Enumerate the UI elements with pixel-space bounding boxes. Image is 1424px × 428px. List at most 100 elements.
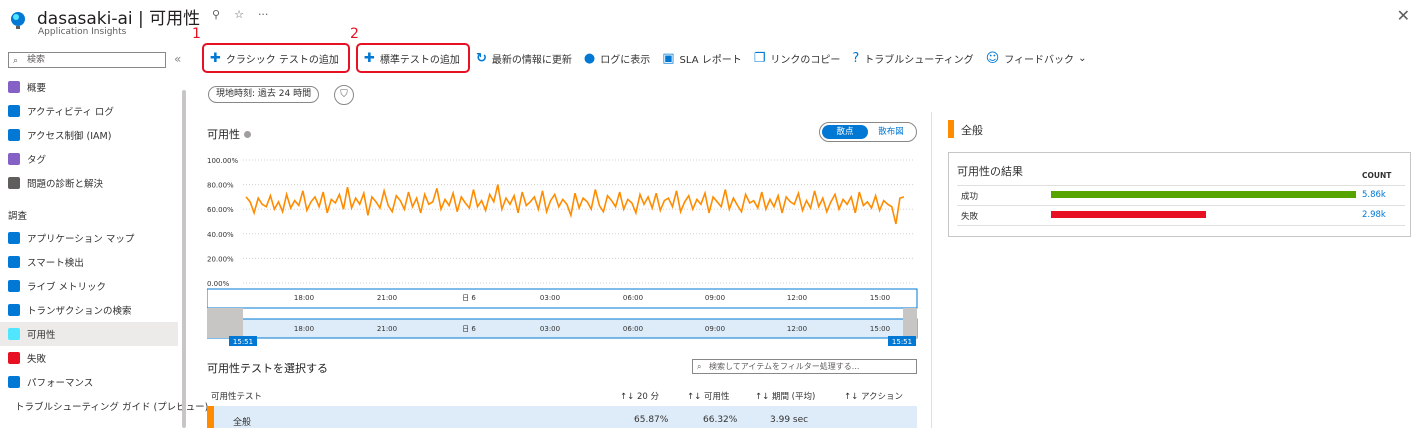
row-availability: 66.32% (703, 415, 738, 425)
sidebar-item-top-1[interactable]: アクティビティ ログ (0, 99, 178, 123)
section-investigate: 調査 (8, 211, 28, 222)
view-logs-button[interactable]: ● ログに表示 (578, 43, 656, 73)
star-icon[interactable]: ☆ (234, 8, 244, 21)
toggle-distribution[interactable]: 散布図 (868, 125, 914, 139)
nav-icon (8, 376, 20, 388)
pin-icon[interactable]: ⚲ (212, 8, 220, 21)
add-filter-icon[interactable]: ⛉ (334, 85, 354, 105)
report-icon: ▣ (662, 50, 675, 66)
series-line (245, 184, 905, 225)
brush-tick-label: 09:00 (705, 325, 725, 333)
toggle-scatter[interactable]: 散点 (822, 125, 868, 139)
troubleshoot-button[interactable]: ? トラブルシューティング (846, 43, 979, 73)
sidebar-item-label: トランザクションの検索 (27, 306, 132, 317)
sidebar-item-label: ライブ メトリック (27, 282, 107, 293)
nav-icon (8, 81, 20, 93)
row-duration: 3.99 sec (770, 415, 809, 425)
chart-title: 可用性 (207, 126, 251, 142)
sidebar-item-inv-0[interactable]: アプリケーション マップ (0, 226, 178, 250)
sidebar-item-label: 概要 (27, 83, 47, 94)
nav-icon (8, 105, 20, 117)
sidebar-item-top-3[interactable]: タグ (0, 147, 178, 171)
success-label: 成功 (961, 192, 979, 202)
nav-icon (8, 280, 20, 292)
sidebar: ⌕ 検索 « 概要アクティビティ ログアクセス制御 (IAM) タグ問題の診断と解… (0, 48, 208, 428)
app-insights-icon (11, 12, 25, 29)
col-header-availability[interactable]: ↑↓ 可用性 (687, 390, 729, 402)
nav-icon (8, 153, 20, 165)
search-icon: ⌕ (13, 56, 19, 66)
x-tick-label: 06:00 (623, 294, 643, 302)
brush-handle-left (207, 308, 243, 338)
copy-link-button[interactable]: ❐ リンクのコピー (748, 43, 847, 73)
sidebar-item-label: 可用性 (27, 330, 56, 341)
count-header: COUNT (1362, 171, 1392, 180)
x-tick-label: 12:00 (787, 294, 807, 302)
brush-tick-label: 12:00 (787, 325, 807, 333)
sidebar-item-inv-3[interactable]: トランザクションの検索 (0, 298, 178, 322)
failed-value[interactable]: 2.98k (1362, 210, 1386, 220)
y-tick-label: 40.00% (207, 231, 234, 239)
brush-tick-label: 15:00 (870, 325, 890, 333)
annotation-2: 2 (350, 26, 359, 42)
brush-handle-right (903, 308, 917, 338)
sidebar-item-inv-4[interactable]: 可用性 (0, 322, 178, 346)
end-time-label: 15:51 (892, 338, 912, 346)
table-row[interactable] (207, 406, 917, 428)
refresh-icon: ↻ (476, 50, 487, 66)
sidebar-item-label: アクティビティ ログ (27, 107, 114, 118)
close-icon[interactable]: ✕ (1397, 6, 1410, 25)
tests-search-input[interactable]: ⌕ 検索してアイテムをフィルター処理する... (692, 359, 917, 374)
sidebar-item-inv-2[interactable]: ライブ メトリック (0, 274, 178, 298)
sidebar-item-inv-7[interactable]: トラブルシューティング ガイド (プレビュー) (0, 394, 208, 418)
nav-icon (8, 177, 20, 189)
toolbar: ✚ クラシック テストの追加 ✚ 標準テストの追加 ↻ 最新の情報に更新 ● ロ… (200, 42, 1092, 74)
plus-icon: ✚ (364, 50, 375, 66)
sidebar-scrollbar[interactable] (182, 90, 186, 428)
time-range-filter[interactable]: 現地時刻: 過去 24 時間 (208, 86, 320, 103)
col-header-test[interactable]: 可用性テスト (211, 390, 262, 402)
results-card: 可用性の結果 COUNT 成功 5.86k 失敗 2.98k (948, 152, 1411, 237)
availability-chart: 100.00% 80.00% 60.00% 40.00% 20.00% 0.00% 18:0… (207, 157, 918, 346)
col-header-last20[interactable]: ↑↓ 20 分 (620, 390, 659, 402)
sla-report-button[interactable]: ▣ SLA レポート (656, 43, 747, 73)
y-tick-label: 100.00% (207, 157, 238, 165)
x-tick-label: 18:00 (294, 294, 314, 302)
col-header-actions[interactable]: ↑↓ アクション (844, 390, 903, 402)
add-classic-test-button[interactable]: ✚ クラシック テストの追加 (202, 43, 350, 73)
nav-icon (8, 352, 20, 364)
search-icon: ⌕ (697, 362, 702, 371)
row-test-name: 全般 (233, 418, 252, 428)
smiley-icon: ☺ (985, 50, 1000, 66)
sidebar-item-top-2[interactable]: アクセス制御 (IAM) (0, 123, 178, 147)
copy-icon: ❐ (753, 50, 766, 66)
sidebar-item-label: 問題の診断と解決 (27, 179, 104, 190)
sidebar-item-label: パフォーマンス (27, 378, 94, 389)
info-icon[interactable] (244, 131, 251, 138)
page-subtitle: Application Insights (38, 27, 127, 37)
logs-icon: ● (583, 50, 596, 66)
col-header-duration[interactable]: ↑↓ 期間 (平均) (755, 390, 815, 402)
y-tick-label: 20.00% (207, 255, 234, 263)
sidebar-item-inv-1[interactable]: スマート検出 (0, 250, 178, 274)
sidebar-search-input[interactable]: ⌕ 検索 (8, 52, 166, 68)
nav-icon (8, 328, 20, 340)
general-title: 全般 (961, 124, 983, 137)
sidebar-item-inv-6[interactable]: パフォーマンス (0, 370, 178, 394)
brush-tick-label: 18:00 (294, 325, 314, 333)
x-tick-label: 03:00 (540, 294, 560, 302)
feedback-button[interactable]: ☺ フィードバック ⌄ (980, 43, 1093, 73)
more-icon[interactable]: ··· (258, 8, 269, 21)
failed-bar (1051, 211, 1207, 218)
success-value[interactable]: 5.86k (1362, 190, 1386, 200)
chart-view-toggle[interactable]: 散点 散布図 (819, 122, 917, 142)
sidebar-item-inv-5[interactable]: 失敗 (0, 346, 178, 370)
general-marker (948, 120, 954, 138)
collapse-sidebar-icon[interactable]: « (174, 52, 181, 66)
sidebar-item-top-0[interactable]: 概要 (0, 75, 178, 99)
sidebar-item-top-4[interactable]: 問題の診断と解決 (0, 171, 178, 195)
add-standard-test-button[interactable]: ✚ 標準テストの追加 (356, 43, 470, 73)
nav-icon (8, 304, 20, 316)
refresh-button[interactable]: ↻ 最新の情報に更新 (470, 43, 578, 73)
x-tick-label: 日 6 (462, 294, 476, 302)
